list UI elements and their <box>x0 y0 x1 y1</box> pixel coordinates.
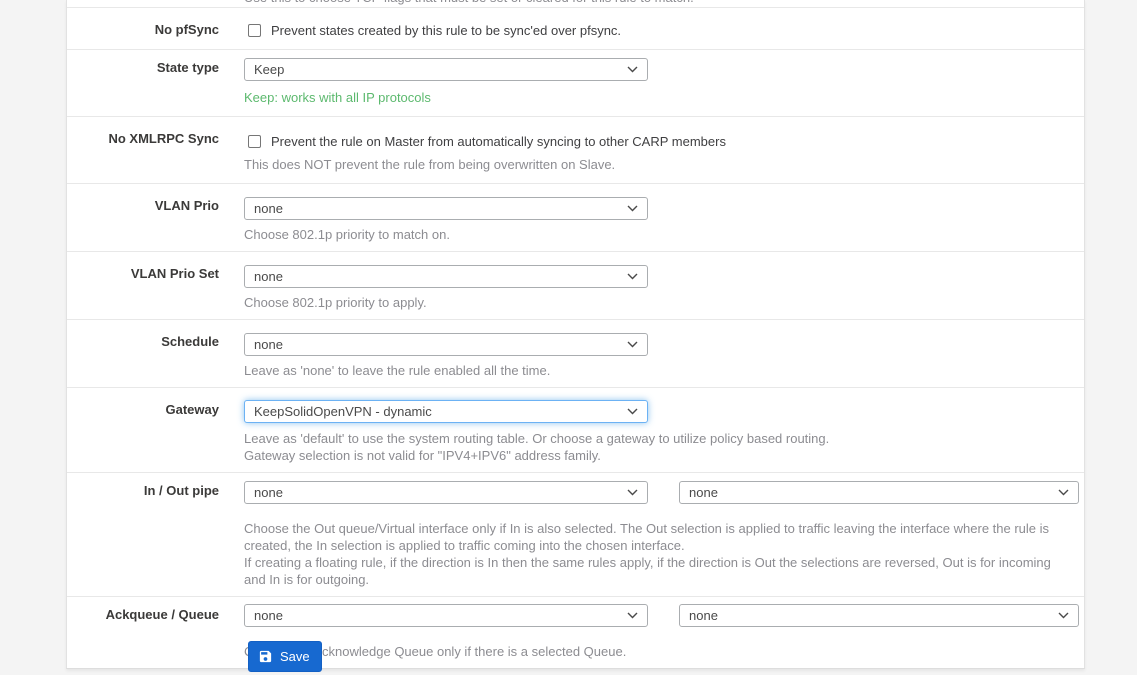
chevron-down-icon <box>627 341 638 348</box>
vlan-prio-help: Choose 802.1p priority to match on. <box>244 226 1071 243</box>
save-button[interactable]: Save <box>248 641 322 672</box>
form-row-vlan-prio-set: VLAN Prio Set none Choose 802.1p priorit… <box>67 252 1084 320</box>
form-row-tcp-flags-clipped: Use this to choose TCP flags that must b… <box>67 0 1084 8</box>
in-pipe-select-value: none <box>254 485 283 500</box>
chevron-down-icon <box>1058 612 1069 619</box>
save-floppy-icon <box>258 649 273 664</box>
state-type-select[interactable]: Keep <box>244 58 648 81</box>
field-label-in-out-pipe: In / Out pipe <box>67 473 231 596</box>
vlan-prio-select[interactable]: none <box>244 197 648 220</box>
no-xmlrpc-sync-checkbox-label: Prevent the rule on Master from automati… <box>271 133 726 150</box>
vlan-prio-select-value: none <box>254 201 283 216</box>
out-pipe-select[interactable]: none <box>679 481 1079 504</box>
field-label-ackqueue-queue: Ackqueue / Queue <box>67 597 231 668</box>
ackqueue-select-value: none <box>254 608 283 623</box>
out-pipe-select-value: none <box>689 485 718 500</box>
field-label-state-type: State type <box>67 50 231 116</box>
firewall-rule-form-panel: Use this to choose TCP flags that must b… <box>66 0 1085 669</box>
no-pfsync-checkbox-label: Prevent states created by this rule to b… <box>271 22 621 39</box>
schedule-help: Leave as 'none' to leave the rule enable… <box>244 362 1071 379</box>
gateway-select-value: KeepSolidOpenVPN - dynamic <box>254 404 432 419</box>
state-type-hint: Keep: works with all IP protocols <box>244 89 1071 106</box>
vlan-prio-set-select-value: none <box>254 269 283 284</box>
form-row-vlan-prio: VLAN Prio none Choose 802.1p priority to… <box>67 184 1084 252</box>
in-pipe-select[interactable]: none <box>244 481 648 504</box>
no-pfsync-checkbox[interactable] <box>248 24 261 37</box>
tcp-flags-help-text: Use this to choose TCP flags that must b… <box>244 0 694 5</box>
chevron-down-icon <box>627 489 638 496</box>
chevron-down-icon <box>627 66 638 73</box>
form-row-ackqueue-queue: Ackqueue / Queue none none Choose the Ac <box>67 597 1084 668</box>
field-label-gateway: Gateway <box>67 388 231 472</box>
gateway-help-1: Leave as 'default' to use the system rou… <box>244 430 1071 447</box>
field-label-vlan-prio: VLAN Prio <box>67 184 231 251</box>
no-xmlrpc-sync-checkbox[interactable] <box>248 135 261 148</box>
field-label-no-xmlrpc-sync: No XMLRPC Sync <box>67 117 231 183</box>
vlan-prio-set-help: Choose 802.1p priority to apply. <box>244 294 1071 311</box>
field-label-no-pfsync: No pfSync <box>67 8 231 49</box>
form-row-gateway: Gateway KeepSolidOpenVPN - dynamic Leave… <box>67 388 1084 473</box>
form-row-no-xmlrpc-sync: No XMLRPC Sync Prevent the rule on Maste… <box>67 117 1084 184</box>
schedule-select-value: none <box>254 337 283 352</box>
in-out-pipe-help-2: If creating a floating rule, if the dire… <box>244 554 1076 588</box>
form-row-schedule: Schedule none Leave as 'none' to leave t… <box>67 320 1084 388</box>
ackqueue-select[interactable]: none <box>244 604 648 627</box>
in-out-pipe-help-1: Choose the Out queue/Virtual interface o… <box>244 520 1076 554</box>
field-label-vlan-prio-set: VLAN Prio Set <box>67 252 231 319</box>
state-type-select-value: Keep <box>254 62 284 77</box>
gateway-select[interactable]: KeepSolidOpenVPN - dynamic <box>244 400 648 423</box>
field-label-schedule: Schedule <box>67 320 231 387</box>
chevron-down-icon <box>627 205 638 212</box>
chevron-down-icon <box>1058 489 1069 496</box>
queue-select[interactable]: none <box>679 604 1079 627</box>
save-button-label: Save <box>280 649 310 664</box>
no-xmlrpc-sync-help: This does NOT prevent the rule from bein… <box>244 156 1071 173</box>
form-row-no-pfsync: No pfSync Prevent states created by this… <box>67 8 1084 50</box>
vlan-prio-set-select[interactable]: none <box>244 265 648 288</box>
chevron-down-icon <box>627 273 638 280</box>
queue-select-value: none <box>689 608 718 623</box>
gateway-help-2: Gateway selection is not valid for "IPV4… <box>244 447 1071 464</box>
form-row-state-type: State type Keep Keep: works with all IP … <box>67 50 1084 117</box>
ackqueue-help: Choose the Acknowledge Queue only if the… <box>244 643 1079 660</box>
chevron-down-icon <box>627 408 638 415</box>
schedule-select[interactable]: none <box>244 333 648 356</box>
chevron-down-icon <box>627 612 638 619</box>
form-row-in-out-pipe: In / Out pipe none none Choose the Out q <box>67 473 1084 597</box>
